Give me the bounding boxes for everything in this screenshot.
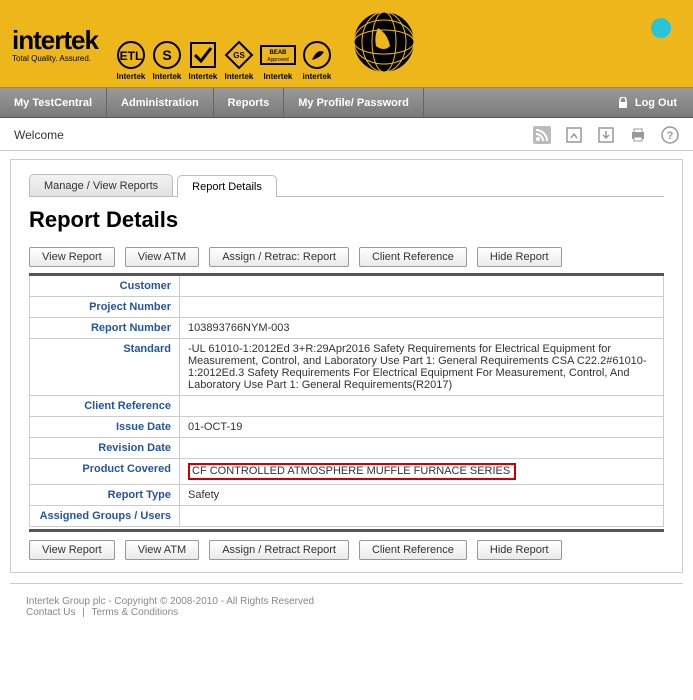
logout-button[interactable]: Log Out xyxy=(601,88,693,117)
row-assigned: Assigned Groups / Users xyxy=(30,506,664,527)
tabs: Manage / View Reports Report Details xyxy=(29,174,664,197)
svg-text:S: S xyxy=(162,47,171,63)
svg-text:GS: GS xyxy=(233,51,245,60)
label-client-reference: Client Reference xyxy=(30,396,180,417)
cert-check-icon: Intertek xyxy=(188,40,218,81)
brand-logo: intertek xyxy=(12,25,98,56)
certification-marks: ETL Intertek S Intertek Intertek GS Inte… xyxy=(116,6,420,81)
svg-text:Approved: Approved xyxy=(267,57,289,63)
hide-report-button[interactable]: Hide Report xyxy=(477,247,562,267)
label-assigned: Assigned Groups / Users xyxy=(30,506,180,527)
globe-icon xyxy=(348,6,420,81)
label-report-number: Report Number xyxy=(30,318,180,339)
value-revision-date xyxy=(180,438,664,459)
status-indicator-icon xyxy=(651,18,671,38)
report-details-table: Customer Project Number Report Number 10… xyxy=(29,273,664,527)
export-icon[interactable] xyxy=(565,126,583,144)
value-standard: -UL 61010-1:2012Ed 3+R:29Apr2016 Safety … xyxy=(180,339,664,396)
client-reference-button[interactable]: Client Reference xyxy=(359,247,467,267)
nav-my-profile[interactable]: My Profile/ Password xyxy=(284,88,424,117)
lock-icon xyxy=(617,97,629,109)
nav-reports[interactable]: Reports xyxy=(214,88,285,117)
brand-tagline: Total Quality. Assured. xyxy=(12,54,98,63)
value-issue-date: 01-OCT-19 xyxy=(180,417,664,438)
client-reference-button-bottom[interactable]: Client Reference xyxy=(359,540,467,560)
page-title: Report Details xyxy=(29,207,664,233)
toolbar-icons: ? xyxy=(533,126,679,144)
tab-report-details[interactable]: Report Details xyxy=(177,175,277,197)
row-customer: Customer xyxy=(30,275,664,297)
row-issue-date: Issue Date 01-OCT-19 xyxy=(30,417,664,438)
row-revision-date: Revision Date xyxy=(30,438,664,459)
rss-icon[interactable] xyxy=(533,126,551,144)
print-icon[interactable] xyxy=(629,126,647,144)
view-report-button[interactable]: View Report xyxy=(29,247,115,267)
label-issue-date: Issue Date xyxy=(30,417,180,438)
cert-diamond-icon: GS Intertek xyxy=(224,40,254,81)
row-standard: Standard -UL 61010-1:2012Ed 3+R:29Apr201… xyxy=(30,339,664,396)
tab-manage-view-reports[interactable]: Manage / View Reports xyxy=(29,174,173,196)
cert-etl-icon: ETL Intertek xyxy=(116,40,146,81)
nav-my-testcentral[interactable]: My TestCentral xyxy=(0,88,107,117)
svg-text:ETL: ETL xyxy=(120,49,143,63)
view-atm-button[interactable]: View ATM xyxy=(125,247,200,267)
footer-contact-link[interactable]: Contact Us xyxy=(26,607,75,618)
hide-report-button-bottom[interactable]: Hide Report xyxy=(477,540,562,560)
button-row-bottom: View Report View ATM Assign / Retract Re… xyxy=(29,540,664,560)
cert-s-icon: S Intertek xyxy=(152,40,182,81)
view-atm-button-bottom[interactable]: View ATM xyxy=(125,540,200,560)
value-project-number xyxy=(180,297,664,318)
label-product-covered: Product Covered xyxy=(30,459,180,485)
content-panel: Manage / View Reports Report Details Rep… xyxy=(10,159,683,573)
button-row-top: View Report View ATM Assign / Retrac: Re… xyxy=(29,247,664,267)
main-nav: My TestCentral Administration Reports My… xyxy=(0,88,693,118)
cert-beab-icon: BEABApproved Intertek xyxy=(260,40,296,81)
label-revision-date: Revision Date xyxy=(30,438,180,459)
label-project-number: Project Number xyxy=(30,297,180,318)
product-covered-highlight: CF CONTROLLED ATMOSPHERE MUFFLE FURNACE … xyxy=(188,463,516,480)
help-icon[interactable]: ? xyxy=(661,126,679,144)
nav-administration[interactable]: Administration xyxy=(107,88,214,117)
assign-retract-button-bottom[interactable]: Assign / Retract Report xyxy=(209,540,349,560)
svg-text:?: ? xyxy=(667,130,674,142)
footer: Intertek Group plc - Copyright © 2008-20… xyxy=(10,583,683,628)
footer-terms-link[interactable]: Terms & Conditions xyxy=(91,607,178,618)
footer-copyright: Intertek Group plc - Copyright © 2008-20… xyxy=(26,596,667,607)
assign-retract-button[interactable]: Assign / Retrac: Report xyxy=(209,247,349,267)
view-report-button-bottom[interactable]: View Report xyxy=(29,540,115,560)
row-report-type: Report Type Safety xyxy=(30,485,664,506)
row-report-number: Report Number 103893766NYM-003 xyxy=(30,318,664,339)
value-report-type: Safety xyxy=(180,485,664,506)
value-assigned xyxy=(180,506,664,527)
label-standard: Standard xyxy=(30,339,180,396)
cert-leaf-icon: intertek xyxy=(302,40,332,81)
value-customer xyxy=(180,275,664,297)
row-product-covered: Product Covered CF CONTROLLED ATMOSPHERE… xyxy=(30,459,664,485)
value-product-covered: CF CONTROLLED ATMOSPHERE MUFFLE FURNACE … xyxy=(180,459,664,485)
sub-bar: Welcome ? xyxy=(0,118,693,151)
value-report-number: 103893766NYM-003 xyxy=(180,318,664,339)
row-project-number: Project Number xyxy=(30,297,664,318)
row-client-reference: Client Reference xyxy=(30,396,664,417)
svg-text:BEAB: BEAB xyxy=(269,50,287,56)
welcome-text: Welcome xyxy=(14,128,64,142)
brand-block: intertek Total Quality. Assured. xyxy=(12,25,98,63)
header: intertek Total Quality. Assured. ETL Int… xyxy=(0,0,693,88)
value-client-reference xyxy=(180,396,664,417)
label-customer: Customer xyxy=(30,275,180,297)
download-icon[interactable] xyxy=(597,126,615,144)
label-report-type: Report Type xyxy=(30,485,180,506)
